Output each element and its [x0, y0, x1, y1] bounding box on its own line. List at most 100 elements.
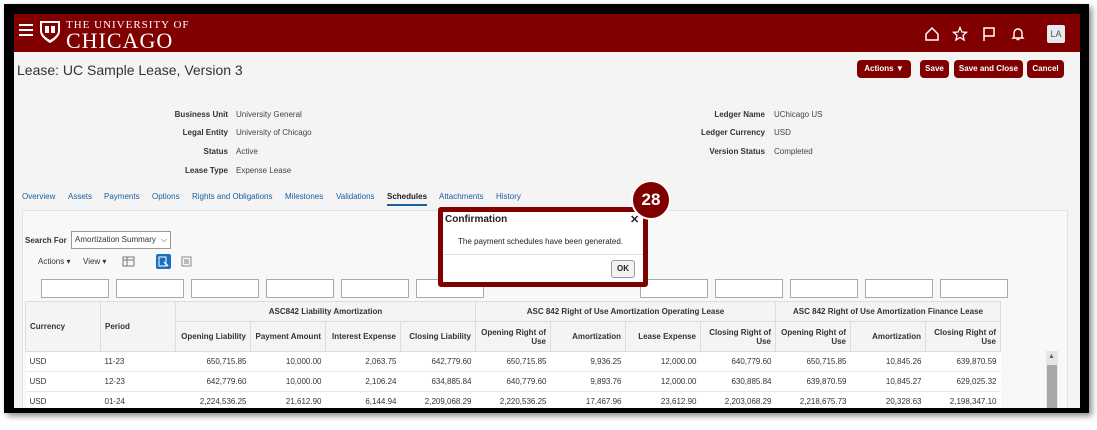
confirmation-dialog: Confirmation ✕ The payment schedules hav… — [443, 212, 643, 282]
table-cell: 642,779.60 — [400, 351, 476, 372]
column-header-opening-liability[interactable]: Opening Liability — [175, 321, 251, 352]
step-number-badge: 28 — [631, 180, 671, 220]
table-cell: 9,893.76 — [550, 371, 626, 392]
business-unit-value: University General — [236, 110, 302, 119]
table-actions-menu[interactable]: Actions ▾ — [38, 257, 70, 266]
ledger-name-value: UChicago US — [774, 110, 823, 119]
filter-currency[interactable] — [41, 279, 109, 298]
table-cell: 10,000.00 — [250, 371, 326, 392]
dialog-message: The payment schedules have been generate… — [458, 237, 624, 246]
app-screen: THE UNIVERSITY OF CHICAGO LA Lease: UC S… — [14, 14, 1080, 408]
table-cell: 642,779.60 — [175, 371, 251, 392]
column-header-closing-rou-finance[interactable]: Closing Right of Use — [925, 321, 1001, 352]
tab-milestones[interactable]: Milestones — [285, 192, 323, 201]
tab-attachments[interactable]: Attachments — [439, 192, 483, 201]
table-cell: 20,328.63 — [850, 391, 926, 408]
tab-overview[interactable]: Overview — [22, 192, 55, 201]
chevron-down-icon: ⌵ — [160, 235, 167, 244]
bell-icon[interactable] — [1010, 26, 1026, 42]
filter-closing-rou-operating[interactable] — [715, 279, 783, 298]
page-title: Lease: UC Sample Lease, Version 3 — [17, 62, 243, 78]
tab-validations[interactable]: Validations — [336, 192, 375, 201]
home-icon[interactable] — [924, 26, 940, 42]
table-cell: 2,220,536.25 — [475, 391, 551, 408]
column-header-currency[interactable]: Currency — [25, 301, 101, 352]
column-header-interest-expense[interactable]: Interest Expense — [325, 321, 401, 352]
freeze-columns-icon[interactable] — [121, 254, 136, 269]
filter-opening-liability[interactable] — [191, 279, 259, 298]
filter-period[interactable] — [116, 279, 184, 298]
save-button[interactable]: Save — [920, 60, 949, 78]
lease-type-label: Lease Type — [185, 166, 228, 175]
table-cell: 2,203,068.29 — [700, 391, 776, 408]
table-row[interactable]: USD 01-24 2,224,536.25 21,612.90 6,144.9… — [25, 391, 1001, 408]
column-header-payment-amount[interactable]: Payment Amount — [250, 321, 326, 352]
group-header-liability: ASC842 Liability Amortization — [175, 301, 476, 322]
filter-opening-rou-finance[interactable] — [790, 279, 858, 298]
save-and-close-button[interactable]: Save and Close — [954, 60, 1023, 78]
hamburger-menu-icon[interactable] — [19, 24, 33, 38]
detach-table-icon[interactable] — [179, 254, 194, 269]
scroll-up-arrow-icon[interactable]: ▲ — [1048, 353, 1055, 360]
table-cell: 650,715.85 — [475, 351, 551, 372]
export-to-excel-icon[interactable] — [156, 254, 171, 269]
column-header-closing-rou-operating[interactable]: Closing Right of Use — [700, 321, 776, 352]
table-row[interactable]: USD 12-23 642,779.60 10,000.00 2,106.24 … — [25, 371, 1001, 392]
column-header-lease-expense[interactable]: Lease Expense — [625, 321, 701, 352]
column-header-amortization-operating[interactable]: Amortization — [550, 321, 626, 352]
table-cell: 2,063.75 — [325, 351, 401, 372]
table-cell: 634,885.84 — [400, 371, 476, 392]
table-cell: 639,870.59 — [775, 371, 851, 392]
university-shield-icon — [40, 21, 60, 43]
table-cell: 640,779.60 — [475, 371, 551, 392]
table-view-menu[interactable]: View ▾ — [83, 257, 106, 266]
search-for-label: Search For — [25, 236, 67, 245]
group-header-finance-lease: ASC 842 Right of Use Amortization Financ… — [775, 301, 1001, 322]
tab-options[interactable]: Options — [152, 192, 180, 201]
table-cell: USD — [25, 371, 101, 392]
search-for-selected-value: Amortization Summary — [75, 235, 156, 244]
table-cell: 2,224,536.25 — [175, 391, 251, 408]
table-cell: 11-23 — [100, 351, 176, 372]
table-cell: 650,715.85 — [175, 351, 251, 372]
notifications-flag-icon[interactable] — [981, 26, 997, 42]
ledger-currency-label: Ledger Currency — [700, 128, 765, 137]
table-row[interactable]: USD 11-23 650,715.85 10,000.00 2,063.75 … — [25, 351, 1001, 372]
table-cell: 17,467.96 — [550, 391, 626, 408]
ledger-name-label: Ledger Name — [714, 110, 765, 119]
filter-closing-rou-finance[interactable] — [940, 279, 1008, 298]
search-for-select[interactable]: Amortization Summary ⌵ — [71, 231, 171, 249]
user-avatar[interactable]: LA — [1047, 25, 1065, 43]
version-status-value: Completed — [774, 147, 813, 156]
table-cell: 2,209,068.29 — [400, 391, 476, 408]
table-cell: 10,845.27 — [850, 371, 926, 392]
tab-payments[interactable]: Payments — [104, 192, 140, 201]
logo-text-bottom[interactable]: CHICAGO — [66, 28, 173, 54]
business-unit-label: Business Unit — [174, 110, 228, 119]
table-cell: 640,779.60 — [700, 351, 776, 372]
table-cell: 21,612.90 — [250, 391, 326, 408]
ok-button[interactable]: OK — [611, 260, 635, 278]
filter-amortization-finance[interactable] — [865, 279, 933, 298]
favorites-star-icon[interactable] — [952, 26, 968, 42]
tab-rights-and-obligations[interactable]: Rights and Obligations — [192, 192, 273, 201]
column-header-period[interactable]: Period — [100, 301, 176, 352]
column-header-closing-liability[interactable]: Closing Liability — [400, 321, 476, 352]
column-header-amortization-finance[interactable]: Amortization — [850, 321, 926, 352]
column-header-opening-rou-operating[interactable]: Opening Right of Use — [475, 321, 551, 352]
actions-menu-button[interactable]: Actions ▼ — [857, 60, 911, 78]
scrollbar-thumb[interactable] — [1047, 365, 1057, 408]
tab-schedules[interactable]: Schedules — [387, 192, 428, 206]
cancel-button[interactable]: Cancel — [1027, 60, 1064, 78]
filter-lease-expense[interactable] — [640, 279, 708, 298]
filter-interest-expense[interactable] — [341, 279, 409, 298]
table-vertical-scrollbar[interactable]: ▲ — [1046, 351, 1058, 408]
tab-assets[interactable]: Assets — [68, 192, 92, 201]
version-status-label: Version Status — [709, 147, 765, 156]
tab-history[interactable]: History — [496, 192, 521, 201]
table-cell: 23,612.90 — [625, 391, 701, 408]
filter-payment-amount[interactable] — [266, 279, 334, 298]
table-cell: 10,000.00 — [250, 351, 326, 372]
table-cell: 12-23 — [100, 371, 176, 392]
column-header-opening-rou-finance[interactable]: Opening Right of Use — [775, 321, 851, 352]
